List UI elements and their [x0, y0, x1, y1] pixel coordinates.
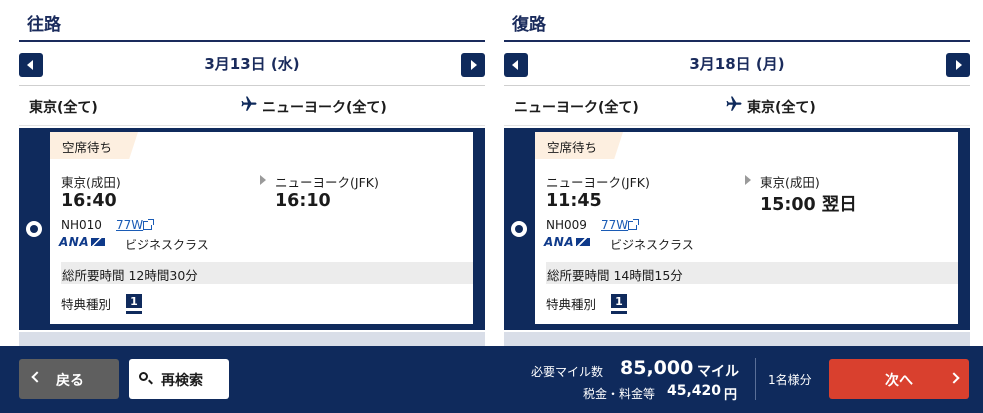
outbound-flight-card[interactable]: 空席待ち 東京(成田) 16:40 ニューヨーク(JFK) 16:10 NH01… — [50, 132, 473, 324]
outbound-title: 往路 — [19, 0, 485, 42]
aircraft-link[interactable]: 77W — [116, 218, 143, 232]
back-button-label: 戻る — [56, 373, 84, 389]
inbound-flight-card[interactable]: 空席待ち ニューヨーク(JFK) 11:45 東京(成田) 15:00 翌日 N… — [535, 132, 958, 324]
search-icon — [139, 372, 148, 381]
tax-value: 45,420 — [667, 383, 722, 399]
tax-label: 税金・料金等 — [583, 387, 656, 401]
status-badge: 空席待ち — [50, 132, 139, 159]
research-button[interactable]: 再検索 — [129, 359, 229, 399]
footer-divider — [755, 358, 756, 400]
cabin-class: ビジネスクラス — [610, 238, 694, 252]
arrival-city: 東京(成田) — [760, 175, 820, 190]
inbound-route-from: ニューヨーク(全て) — [514, 100, 639, 116]
outbound-route-to: ニューヨーク(全て) — [262, 100, 387, 116]
next-button[interactable]: 次へ — [829, 359, 969, 399]
airplane-icon — [241, 96, 257, 111]
outbound-flight-option[interactable]: 空席待ち 東京(成田) 16:40 ニューヨーク(JFK) 16:10 NH01… — [19, 128, 485, 330]
footer-bar: 戻る 再検索 必要マイル数 85,000 マイル 税金・料金等 45,420 円… — [0, 346, 983, 413]
arrow-right-icon — [260, 175, 266, 185]
inbound-next-date-button[interactable] — [946, 53, 970, 77]
inbound-flight-option[interactable]: 空席待ち ニューヨーク(JFK) 11:45 東京(成田) 15:00 翌日 N… — [504, 128, 970, 330]
departure-time: 16:40 — [61, 191, 117, 211]
arrival-city: ニューヨーク(JFK) — [275, 175, 379, 190]
award-type-badge[interactable]: 1 — [611, 294, 627, 311]
cabin-class: ビジネスクラス — [125, 238, 209, 252]
outbound-date-bar: 3月13日 (水) — [19, 42, 485, 86]
inbound-date-bar: 3月18日 (月) — [504, 42, 970, 86]
outbound-column: 往路 3月13日 (水) 東京(全て) ニューヨーク(全て) 空席待ち 東京(成… — [19, 0, 485, 346]
outbound-flight-radio[interactable] — [26, 221, 42, 237]
total-duration: 総所要時間 12時間30分 — [61, 262, 473, 284]
departure-city: 東京(成田) — [61, 175, 121, 190]
chevron-left-icon — [31, 371, 43, 383]
award-type-label: 特典種別 — [546, 297, 597, 312]
flight-number: NH009 — [546, 218, 587, 232]
airline-logo: ANA — [59, 235, 106, 249]
outbound-date: 3月13日 (水) — [204, 55, 300, 73]
external-link-icon — [628, 219, 639, 230]
award-type-label: 特典種別 — [61, 297, 112, 312]
total-duration: 総所要時間 14時間15分 — [546, 262, 958, 284]
inbound-flight-radio[interactable] — [511, 221, 527, 237]
arrival-time: 16:10 — [275, 191, 331, 211]
departure-time: 11:45 — [546, 191, 602, 211]
next-button-label: 次へ — [885, 373, 913, 389]
inbound-date: 3月18日 (月) — [689, 55, 785, 73]
departure-city: ニューヨーク(JFK) — [546, 175, 650, 190]
award-type-badge[interactable]: 1 — [126, 294, 142, 311]
inbound-route-to: 東京(全て) — [747, 100, 816, 116]
inbound-column: 復路 3月18日 (月) ニューヨーク(全て) 東京(全て) 空席待ち ニューヨ… — [504, 0, 970, 346]
back-button[interactable]: 戻る — [19, 359, 119, 399]
next-flight-option-peek[interactable] — [19, 332, 485, 346]
inbound-title: 復路 — [504, 0, 970, 42]
passenger-count: 1名様分 — [768, 373, 812, 387]
airplane-icon — [726, 96, 742, 111]
external-link-icon — [143, 219, 154, 230]
airline-logo: ANA — [544, 235, 591, 249]
next-flight-option-peek[interactable] — [504, 332, 970, 346]
research-button-label: 再検索 — [161, 373, 203, 389]
inbound-route: ニューヨーク(全て) 東京(全て) — [504, 86, 970, 126]
flight-number: NH010 — [61, 218, 102, 232]
required-miles-label: 必要マイル数 — [531, 365, 604, 379]
status-badge: 空席待ち — [535, 132, 624, 159]
arrival-time: 15:00 翌日 — [760, 195, 857, 215]
required-miles-unit: マイル — [697, 364, 739, 380]
outbound-route-from: 東京(全て) — [29, 100, 98, 116]
tax-unit: 円 — [724, 388, 738, 403]
aircraft-link[interactable]: 77W — [601, 218, 628, 232]
arrow-right-icon — [745, 175, 751, 185]
outbound-next-date-button[interactable] — [461, 53, 485, 77]
required-miles-value: 85,000 — [620, 357, 694, 379]
outbound-route: 東京(全て) ニューヨーク(全て) — [19, 86, 485, 126]
